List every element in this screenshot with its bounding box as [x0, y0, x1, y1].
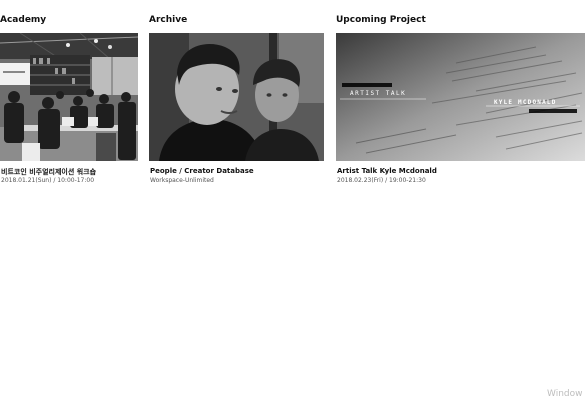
page: Academy 비트코인 비주얼리제이션 워크숍 2018.01.21(Sun)…: [0, 0, 585, 400]
section-title-archive[interactable]: Archive: [149, 15, 187, 25]
section-title-academy[interactable]: Academy: [0, 15, 46, 25]
overlay-artist-talk-label: ARTIST TALK: [350, 90, 407, 97]
two-people-portrait-photo: [149, 33, 324, 161]
code-screen-poster: [336, 33, 585, 161]
section-title-upcoming[interactable]: Upcoming Project: [336, 15, 426, 25]
workshop-classroom-photo: [0, 33, 138, 161]
overlay-speaker-name: KYLE MCDONALD: [494, 99, 557, 106]
windows-watermark: Window: [547, 389, 583, 399]
upcoming-card-image[interactable]: ARTIST TALK KYLE MCDONALD: [336, 33, 585, 161]
academy-card-date: 2018.01.21(Sun) / 10:00-17:00: [1, 177, 95, 184]
archive-card-title[interactable]: People / Creator Database: [150, 167, 254, 175]
academy-card-title[interactable]: 비트코인 비주얼리제이션 워크숍: [1, 167, 96, 177]
archive-card-subtitle: Workspace-Unlimited: [150, 177, 214, 184]
upcoming-card-date: 2018.02.23(Fri) / 19:00-21:30: [337, 177, 426, 184]
academy-card-image[interactable]: [0, 33, 138, 161]
upcoming-card-title[interactable]: Artist Talk Kyle Mcdonald: [337, 167, 437, 175]
archive-card-image[interactable]: [149, 33, 324, 161]
